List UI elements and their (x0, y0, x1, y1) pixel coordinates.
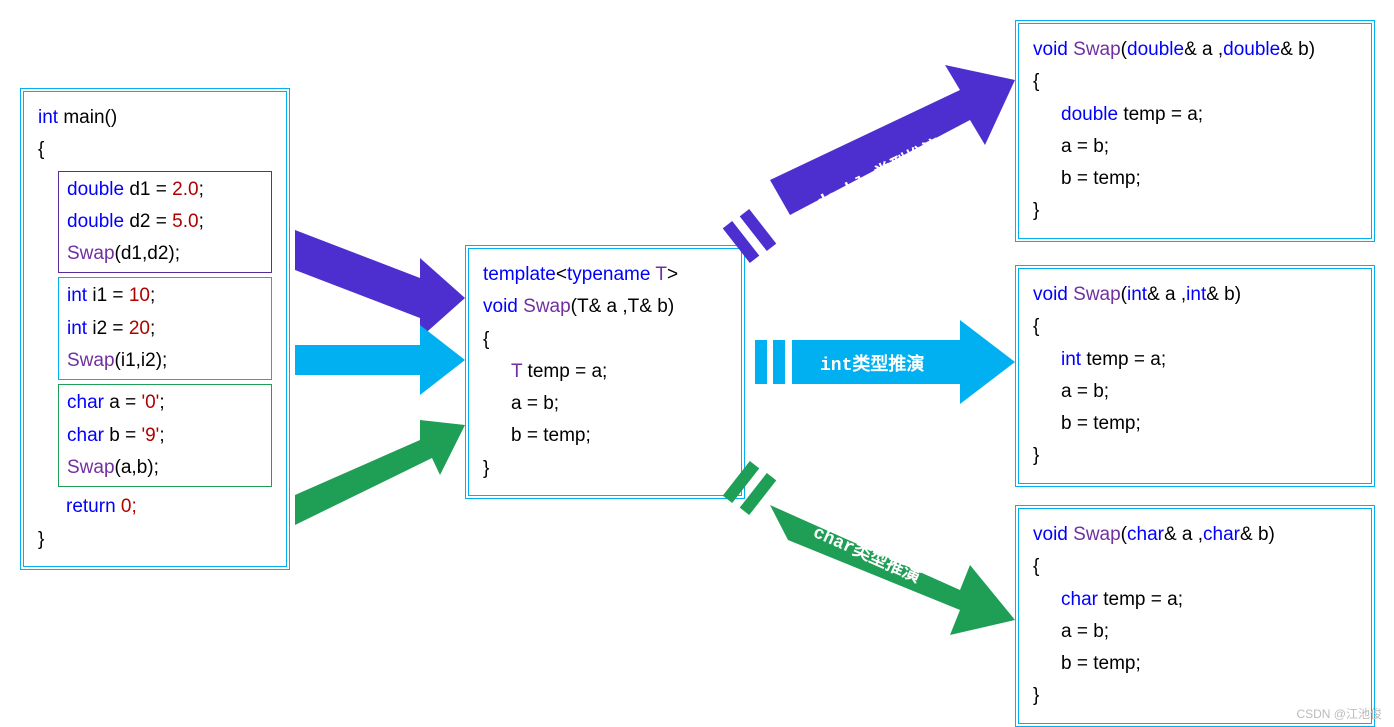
arrow-label-double: double类型推演 (811, 131, 945, 214)
arrow-main-to-template-char (295, 420, 465, 525)
kw-int: int (38, 107, 58, 128)
brace-open: { (38, 134, 272, 166)
arrow-label-char: char类型推演 (810, 518, 926, 589)
char-block: char a = '0'; char b = '9'; Swap(a,b); (58, 384, 272, 487)
char-instance-box: void Swap(char& a ,char& b) { char temp … (1015, 505, 1375, 727)
watermark: CSDN @江池俊 (1296, 705, 1382, 722)
int-instance-box: void Swap(int& a ,int& b) { int temp = a… (1015, 265, 1375, 487)
arrow-label-int: int类型推演 (820, 350, 924, 376)
brace-close: } (38, 524, 272, 556)
arrow-main-to-template-double (295, 230, 465, 338)
template-box: template<typename T> void Swap(T& a ,T& … (465, 245, 745, 499)
double-block: double d1 = 2.0; double d2 = 5.0; Swap(d… (58, 171, 272, 274)
arrow-main-to-template-int (295, 325, 465, 395)
main-sig: int main() (38, 102, 272, 134)
int-block: int i1 = 10; int i2 = 20; Swap(i1,i2); (58, 277, 272, 380)
main-box: int main() { double d1 = 2.0; double d2 … (20, 88, 290, 570)
double-instance-box: void Swap(double& a ,double& b) { double… (1015, 20, 1375, 242)
main-name: main (63, 107, 104, 128)
